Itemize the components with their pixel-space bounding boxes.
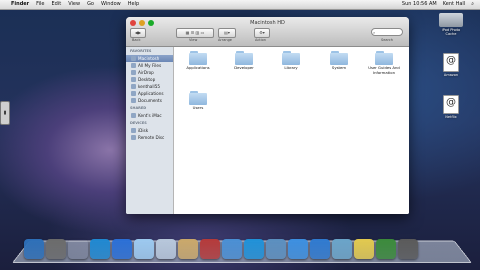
menu-bar: Finder File Edit View Go Window Help Sun… bbox=[0, 0, 480, 10]
dock-app-icon[interactable] bbox=[68, 239, 88, 259]
back-label: Back bbox=[132, 38, 141, 42]
sidebar-item-all-my-files[interactable]: All My Files bbox=[126, 62, 173, 69]
view-buttons[interactable]: ▦ ☰ ▥ ▭ bbox=[176, 28, 214, 38]
folder-icon bbox=[235, 51, 253, 65]
dock-app-icon[interactable] bbox=[178, 239, 198, 259]
dock-app-icon[interactable] bbox=[200, 239, 220, 259]
menu-view[interactable]: View bbox=[68, 0, 80, 9]
spotlight-icon[interactable]: ⌕ bbox=[471, 0, 474, 9]
sidebar-item-home[interactable]: kenthall55 bbox=[126, 83, 173, 90]
sidebar-item-macintosh[interactable]: Macintosh bbox=[126, 55, 173, 62]
menu-window[interactable]: Window bbox=[101, 0, 121, 9]
sidebar-item-applications[interactable]: Applications bbox=[126, 90, 173, 97]
hard-drive-icon bbox=[131, 56, 136, 61]
sidebar: FAVORITES Macintosh All My Files AirDrop… bbox=[126, 47, 174, 214]
dock-app-icon[interactable] bbox=[310, 239, 330, 259]
desktop-item-ipod-photo-cache[interactable]: iPod Photo Cache bbox=[436, 13, 466, 36]
sidebar-item-airdrop[interactable]: AirDrop bbox=[126, 69, 173, 76]
menu-help[interactable]: Help bbox=[128, 0, 139, 9]
home-icon bbox=[131, 84, 136, 89]
remote-disc-icon bbox=[131, 135, 136, 140]
side-handle[interactable]: ▮ bbox=[0, 101, 10, 125]
menu-file[interactable]: File bbox=[36, 0, 44, 9]
arrange-label: Arrange bbox=[218, 38, 232, 42]
favorites-header: FAVORITES bbox=[130, 49, 152, 53]
user-name[interactable]: Kent Hall bbox=[443, 0, 465, 9]
folder-user-guides[interactable]: User Guides And Information bbox=[364, 51, 404, 75]
dock-app-icon[interactable] bbox=[156, 239, 176, 259]
folder-icon bbox=[282, 51, 300, 65]
sidebar-item-documents[interactable]: Documents bbox=[126, 97, 173, 104]
dock-app-icon[interactable] bbox=[354, 239, 374, 259]
search-label: Search bbox=[380, 38, 393, 42]
menu-go[interactable]: Go bbox=[87, 0, 94, 9]
window-titlebar[interactable]: Macintosh HD ◀▶ Back ▦ ☰ ▥ ▭ View ▤▾ Arr… bbox=[126, 17, 409, 47]
webloc-document-icon: @ bbox=[443, 95, 459, 114]
back-forward-button[interactable]: ◀▶ bbox=[130, 28, 146, 38]
dock-app-icon[interactable] bbox=[24, 239, 44, 259]
idisk-icon bbox=[131, 128, 136, 133]
shared-header: SHARED bbox=[130, 106, 147, 110]
folder-icon bbox=[189, 51, 207, 65]
desktop-item-amazon[interactable]: @ Amazon bbox=[436, 53, 466, 77]
dock-app-icon[interactable] bbox=[266, 239, 286, 259]
dock-app-icon[interactable] bbox=[332, 239, 352, 259]
dock-icons bbox=[24, 239, 418, 259]
sidebar-item-remote-disc[interactable]: Remote Disc bbox=[126, 134, 173, 141]
dock-app-icon[interactable] bbox=[222, 239, 242, 259]
sidebar-item-shared-imac[interactable]: Kent's iMac bbox=[126, 112, 173, 119]
devices-header: DEVICES bbox=[130, 121, 147, 125]
search-field[interactable]: ⌕ bbox=[371, 28, 403, 36]
action-label: Action bbox=[255, 38, 266, 42]
dock-app-icon[interactable] bbox=[398, 239, 418, 259]
folder-icon bbox=[330, 51, 348, 65]
sidebar-item-idisk[interactable]: iDisk bbox=[126, 127, 173, 134]
folder-icon bbox=[375, 51, 393, 65]
view-label: View bbox=[189, 38, 198, 42]
dock-app-icon[interactable] bbox=[134, 239, 154, 259]
all-files-icon bbox=[131, 63, 136, 68]
window-title: Macintosh HD bbox=[250, 20, 285, 26]
search-icon: ⌕ bbox=[373, 30, 376, 35]
dock-app-icon[interactable] bbox=[376, 239, 396, 259]
folder-users[interactable]: Users bbox=[178, 91, 218, 111]
finder-window: Macintosh HD ◀▶ Back ▦ ☰ ▥ ▭ View ▤▾ Arr… bbox=[126, 17, 409, 214]
dock-app-icon[interactable] bbox=[46, 239, 66, 259]
desktop-item-netflix[interactable]: @ Netflix bbox=[436, 95, 466, 119]
arrange-button[interactable]: ▤▾ bbox=[218, 28, 236, 38]
documents-icon bbox=[131, 98, 136, 103]
dock-app-icon[interactable] bbox=[244, 239, 264, 259]
folder-library[interactable]: Library bbox=[271, 51, 311, 71]
dock-app-icon[interactable] bbox=[90, 239, 110, 259]
sidebar-item-desktop[interactable]: Desktop bbox=[126, 76, 173, 83]
folder-icon bbox=[189, 91, 207, 105]
applications-icon bbox=[131, 91, 136, 96]
webloc-document-icon: @ bbox=[443, 53, 459, 72]
desktop-icon bbox=[131, 77, 136, 82]
menu-finder[interactable]: Finder bbox=[11, 0, 29, 9]
menu-edit[interactable]: Edit bbox=[52, 0, 62, 9]
clock[interactable]: Sun 10:56 AM bbox=[402, 0, 437, 9]
file-area[interactable]: Applications Developer Library System Us… bbox=[174, 47, 409, 214]
folder-developer[interactable]: Developer bbox=[224, 51, 264, 71]
airdrop-icon bbox=[131, 70, 136, 75]
folder-applications[interactable]: Applications bbox=[178, 51, 218, 71]
action-button[interactable]: ⚙▾ bbox=[254, 28, 270, 38]
dock-app-icon[interactable] bbox=[288, 239, 308, 259]
folder-icon bbox=[439, 13, 463, 27]
folder-system[interactable]: System bbox=[319, 51, 359, 71]
computer-icon bbox=[131, 113, 136, 118]
dock-app-icon[interactable] bbox=[112, 239, 132, 259]
